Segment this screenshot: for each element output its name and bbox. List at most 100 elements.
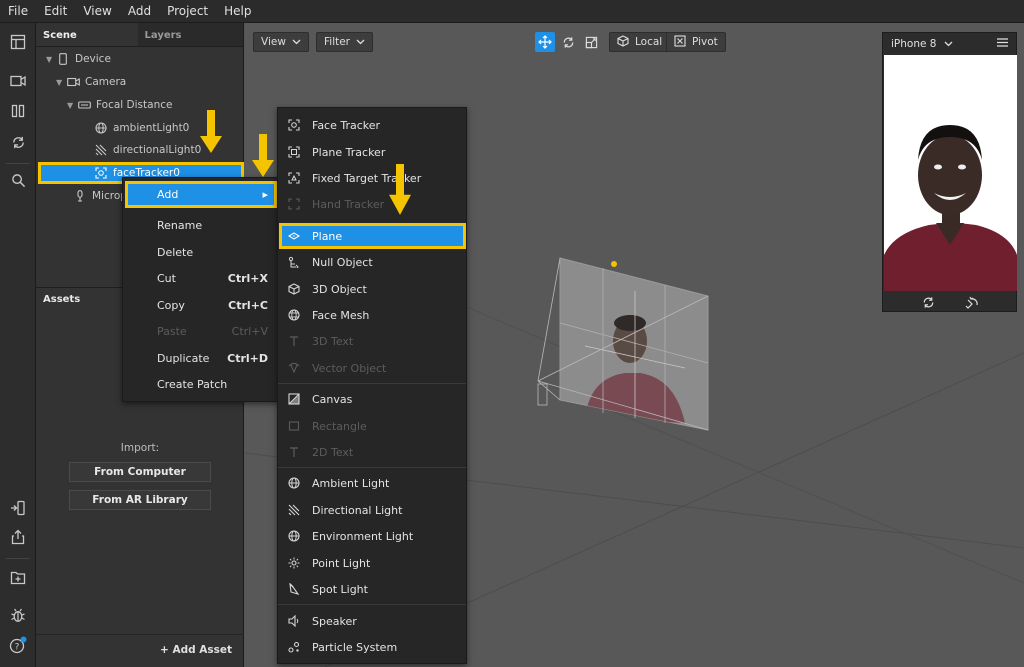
text-icon [286,334,302,348]
submenu-item-plane-tracker[interactable]: Plane Tracker [278,139,466,165]
panel-tabs: Scene Layers [36,23,243,47]
from-ar-library-button[interactable]: From AR Library [69,490,211,510]
submenu-item-label: Rectangle [312,419,367,433]
layout-icon[interactable] [8,32,28,52]
canvas-icon [286,392,302,406]
submenu-item-label: 3D Object [312,282,367,296]
submenu-item-speaker[interactable]: Speaker [278,608,466,634]
directional-light-icon [94,144,108,156]
device-selector[interactable]: iPhone 8 [883,33,1016,55]
expand-caret-icon[interactable]: ▼ [67,101,77,110]
menu-icon[interactable] [997,38,1008,50]
submenu-item-label: Face Tracker [312,118,381,132]
submenu-item-label: Environment Light [312,529,414,543]
menu-file[interactable]: File [0,4,36,18]
submenu-item-3d-text: 3D Text [278,328,466,354]
expand-caret-icon[interactable]: ▼ [46,55,56,64]
tree-item-directional-light[interactable]: directionalLight0 [94,139,201,161]
submenu-item-fixed-target-tracker[interactable]: Fixed Target Tracker [278,165,466,191]
add-folder-icon[interactable] [8,567,28,587]
submenu-item-canvas[interactable]: Canvas [278,386,466,412]
context-item-rename[interactable]: Rename [123,212,278,238]
face-tracker-icon [94,167,108,179]
speaker-icon [286,614,302,628]
share-icon[interactable] [8,527,28,547]
globe-light-icon [286,476,302,490]
tree-item-label: ambientLight0 [113,122,190,134]
directional-light-icon [286,503,302,517]
submenu-item-plane[interactable]: Plane [278,223,466,249]
context-item-copy[interactable]: Copy Ctrl+C [123,292,278,318]
context-item-duplicate[interactable]: Duplicate Ctrl+D [123,345,278,371]
submenu-item-point-light[interactable]: Point Light [278,550,466,576]
assets-footer-divider [36,634,244,635]
context-item-cut[interactable]: Cut Ctrl+X [123,265,278,291]
face-tracker-icon [286,118,302,132]
send-to-device-icon[interactable] [8,498,28,518]
submenu-item-label: Canvas [312,392,353,406]
add-asset-button[interactable]: + Add Asset [160,644,232,656]
submenu-item-null-object[interactable]: Null Object [278,249,466,275]
context-item-add[interactable]: Add ▸ [123,181,278,207]
context-item-paste: Paste Ctrl+V [157,324,268,338]
tree-item-device[interactable]: ▼ Device [46,48,111,70]
tab-scene[interactable]: Scene [36,23,138,46]
rectangle-icon [286,419,302,433]
device-name: iPhone 8 [891,38,937,50]
submenu-item-face-tracker[interactable]: Face Tracker [278,112,466,138]
menu-add[interactable]: Add [120,4,159,18]
hand-tracker-icon [286,197,302,211]
submenu-item-label: Spot Light [312,582,368,596]
tree-item-focal-distance[interactable]: ▼ Focal Distance [67,94,172,116]
import-label: Import: [120,442,160,454]
video-icon[interactable] [8,71,28,91]
search-icon[interactable] [8,170,28,190]
expand-caret-icon[interactable]: ▼ [56,78,66,87]
plane-icon [286,229,302,243]
submenu-item-hand-tracker: Hand Tracker [278,191,466,217]
menu-separator [278,467,466,468]
submenu-item-face-mesh[interactable]: Face Mesh [278,302,466,328]
help-icon[interactable]: ? [8,635,28,655]
tree-item-camera[interactable]: ▼ Camera [56,71,126,93]
sync-icon[interactable] [8,132,28,152]
context-item-create-patch[interactable]: Create Patch [123,371,278,397]
vector-icon [286,361,302,375]
bug-icon[interactable] [8,605,28,625]
submenu-item-label: Ambient Light [312,476,390,490]
phone-icon [56,53,70,65]
face-mesh-icon [286,308,302,322]
chevron-right-icon: ▸ [262,187,268,201]
tree-item-ambient-light[interactable]: ambientLight0 [94,117,189,139]
context-item-delete[interactable]: Delete [123,239,278,265]
rotate-preview-icon[interactable] [922,296,935,312]
menu-edit[interactable]: Edit [36,4,75,18]
submenu-item-ambient-light[interactable]: Ambient Light [278,470,466,496]
submenu-item-label: Hand Tracker [312,197,385,211]
globe-light-icon [94,122,108,134]
submenu-item-3d-object[interactable]: 3D Object [278,276,466,302]
submenu-item-environment-light[interactable]: Environment Light [278,523,466,549]
submenu-item-particle-system[interactable]: Particle System [278,634,466,660]
from-computer-button[interactable]: From Computer [69,462,211,482]
menu-project[interactable]: Project [159,4,216,18]
submenu-item-directional-light[interactable]: Directional Light [278,497,466,523]
pause-panels-icon[interactable] [8,101,28,121]
sun-icon [286,556,302,570]
tab-layers[interactable]: Layers [137,23,243,46]
annotation-arrow-icon [389,164,411,215]
menu-help[interactable]: Help [216,4,259,18]
reset-orientation-icon[interactable] [965,296,979,312]
submenu-item-label: Plane [312,229,343,243]
submenu-item-spot-light[interactable]: Spot Light [278,576,466,602]
cube-icon [286,282,302,296]
tree-item-label: Device [75,53,111,65]
menu-separator [278,383,466,384]
submenu-item-label: Directional Light [312,503,403,517]
tree-item-microphone[interactable]: Microp [73,185,127,207]
null-object-icon [286,255,302,269]
chevron-down-icon [944,38,953,50]
target-tracker-icon [286,171,302,185]
menu-view[interactable]: View [75,4,119,18]
submenu-item-label: Particle System [312,640,398,654]
